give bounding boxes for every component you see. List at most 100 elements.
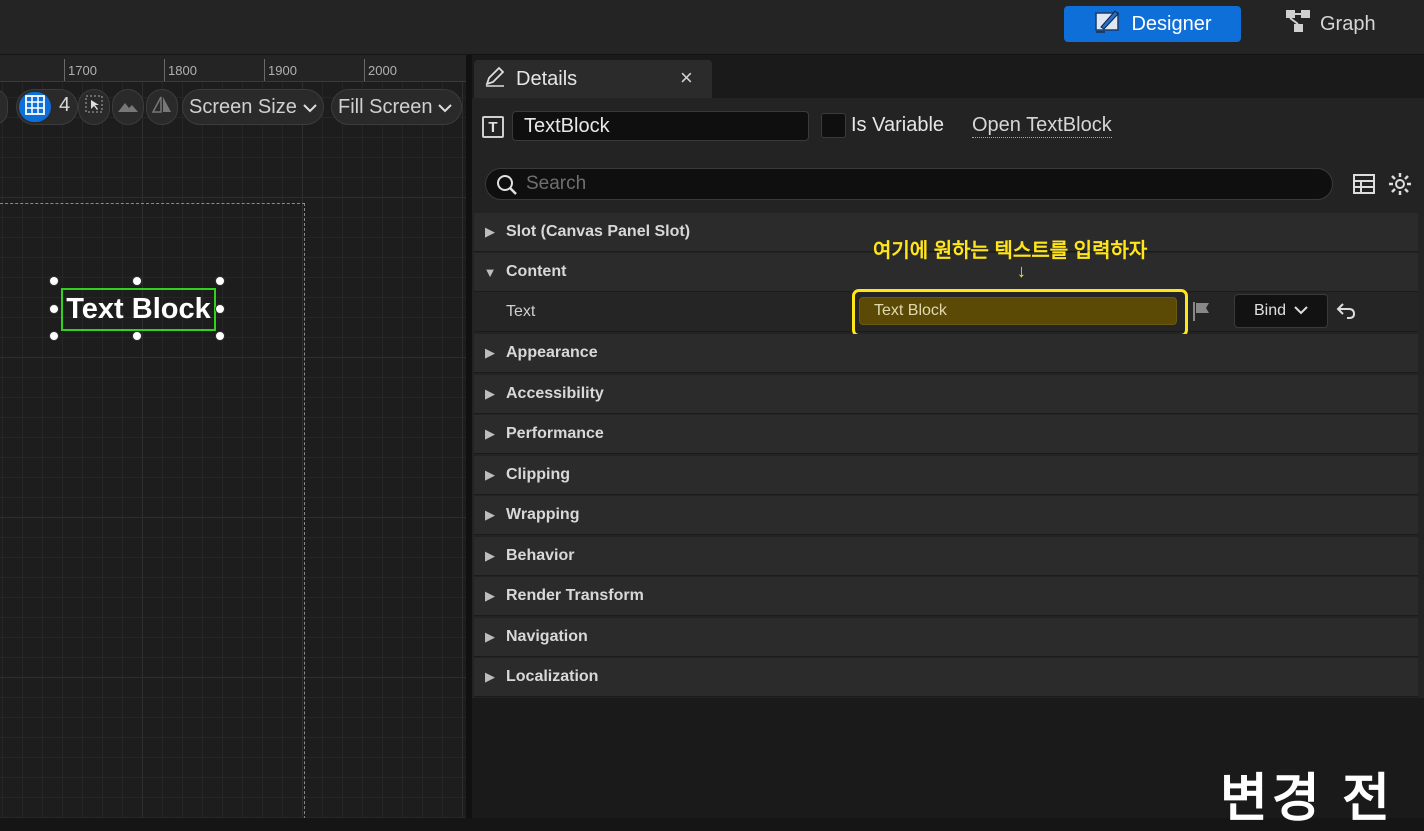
resize-handle[interactable] bbox=[215, 276, 225, 286]
annotation-text: 여기에 원하는 텍스트를 입력하자 bbox=[873, 240, 1148, 262]
widget-name-input[interactable]: TextBlock bbox=[512, 111, 809, 141]
toolbar-edge-button[interactable] bbox=[0, 89, 8, 125]
top-toolbar: Designer Graph bbox=[0, 0, 1424, 55]
expand-arrow-icon: ▶ bbox=[485, 629, 495, 644]
section-navigation[interactable]: ▶ Navigation bbox=[474, 618, 1418, 657]
expand-arrow-icon: ▶ bbox=[485, 426, 495, 441]
section-label: Clipping bbox=[506, 466, 570, 483]
open-textblock-link[interactable]: Open TextBlock bbox=[972, 114, 1112, 138]
text-block-widget[interactable]: Text Block bbox=[61, 288, 216, 331]
text-widget-type-icon: T bbox=[482, 116, 504, 138]
ruler-tick bbox=[164, 59, 165, 81]
ruler-tick-label: 1800 bbox=[168, 63, 197, 78]
tab-details-label: Details bbox=[516, 67, 578, 90]
ruler-tick bbox=[364, 59, 365, 81]
expand-arrow-icon: ▶ bbox=[485, 224, 495, 239]
text-value-input[interactable]: Text Block bbox=[859, 297, 1177, 325]
section-accessibility[interactable]: ▶ Accessibility bbox=[474, 375, 1418, 414]
gear-icon[interactable] bbox=[1388, 172, 1412, 201]
expand-arrow-icon: ▶ bbox=[485, 669, 495, 684]
section-behavior[interactable]: ▶ Behavior bbox=[474, 537, 1418, 576]
reset-arrow-icon[interactable] bbox=[1335, 301, 1357, 326]
screen-size-dropdown[interactable]: Screen Size bbox=[182, 89, 324, 125]
grid-snap-group: 4 bbox=[16, 89, 78, 125]
designer-icon bbox=[1093, 7, 1123, 41]
ruler-tick-label: 2000 bbox=[368, 63, 397, 78]
ruler-tick bbox=[64, 59, 65, 81]
grid-icon bbox=[25, 94, 45, 120]
section-label: Render Transform bbox=[506, 587, 644, 604]
background-image-button[interactable] bbox=[112, 89, 144, 125]
localization-flag-icon[interactable] bbox=[1191, 300, 1213, 327]
resize-handle[interactable] bbox=[49, 304, 59, 314]
details-body: T TextBlock Is Variable Open TextBlock S… bbox=[472, 98, 1424, 828]
is-variable-label: Is Variable bbox=[851, 114, 945, 136]
section-label: Behavior bbox=[506, 547, 575, 564]
resize-handle[interactable] bbox=[49, 276, 59, 286]
cursor-select-icon bbox=[85, 95, 103, 119]
section-label: Content bbox=[506, 263, 567, 280]
select-mode-button[interactable] bbox=[78, 89, 110, 125]
designer-canvas[interactable]: 1700 1800 1900 2000 4 Screen Size Fill S… bbox=[0, 55, 466, 818]
fill-screen-dropdown[interactable]: Fill Screen bbox=[331, 89, 462, 125]
pencil-edit-icon bbox=[484, 65, 506, 93]
graph-mode-button[interactable]: Graph bbox=[1284, 6, 1384, 42]
section-clipping[interactable]: ▶ Clipping bbox=[474, 456, 1418, 495]
text-property-label: Text bbox=[506, 303, 536, 320]
resize-handle[interactable] bbox=[132, 331, 142, 341]
close-icon[interactable]: × bbox=[680, 65, 693, 91]
graph-label: Graph bbox=[1320, 12, 1376, 35]
resize-handle[interactable] bbox=[49, 331, 59, 341]
section-performance[interactable]: ▶ Performance bbox=[474, 415, 1418, 454]
section-label: Slot (Canvas Panel Slot) bbox=[506, 223, 691, 240]
mirror-button[interactable] bbox=[146, 89, 178, 125]
details-panel: Details × T TextBlock Is Variable Open T… bbox=[472, 55, 1424, 828]
annotation-arrow-icon: ↓ bbox=[1017, 261, 1026, 281]
expand-arrow-icon: ▶ bbox=[485, 588, 495, 603]
chevron-down-icon bbox=[1294, 302, 1308, 320]
chevron-down-icon bbox=[438, 96, 453, 119]
section-render-transform[interactable]: ▶ Render Transform bbox=[474, 577, 1418, 616]
section-label: Wrapping bbox=[506, 506, 580, 523]
expand-arrow-icon: ▶ bbox=[485, 345, 495, 360]
tab-details[interactable]: Details × bbox=[474, 60, 712, 98]
details-search-input[interactable]: Search bbox=[485, 168, 1333, 200]
ruler-tick-label: 1700 bbox=[68, 63, 97, 78]
resize-handle[interactable] bbox=[132, 276, 142, 286]
grid-count[interactable]: 4 bbox=[59, 94, 70, 117]
chevron-down-icon bbox=[303, 96, 317, 119]
expand-arrow-icon: ▶ bbox=[485, 467, 495, 482]
fill-screen-label: Fill Screen bbox=[338, 95, 433, 118]
section-label: Appearance bbox=[506, 344, 598, 361]
search-icon bbox=[495, 173, 519, 203]
designer-mode-button[interactable]: Designer bbox=[1064, 6, 1241, 42]
section-appearance[interactable]: ▶ Appearance bbox=[474, 334, 1418, 373]
expand-arrow-icon: ▶ bbox=[485, 548, 495, 563]
table-view-icon[interactable] bbox=[1352, 172, 1376, 201]
section-label: Navigation bbox=[506, 628, 588, 645]
graph-icon bbox=[1284, 8, 1312, 40]
is-variable-checkbox[interactable] bbox=[821, 113, 846, 138]
screen-size-label: Screen Size bbox=[189, 95, 297, 118]
canvas-toolbar: 4 Screen Size Fill Screen bbox=[0, 85, 466, 129]
section-label: Accessibility bbox=[506, 385, 604, 402]
mirror-icon bbox=[151, 95, 173, 119]
bind-label: Bind bbox=[1253, 302, 1287, 319]
resize-handle[interactable] bbox=[215, 304, 225, 314]
expand-arrow-icon: ▶ bbox=[485, 386, 495, 401]
bind-dropdown[interactable]: Bind bbox=[1234, 294, 1328, 328]
ruler-tick bbox=[264, 59, 265, 81]
text-block-widget-text: Text Block bbox=[66, 293, 211, 325]
section-label: Localization bbox=[506, 668, 599, 685]
ruler-tick-label: 1900 bbox=[268, 63, 297, 78]
section-wrapping[interactable]: ▶ Wrapping bbox=[474, 496, 1418, 535]
expand-arrow-icon: ▶ bbox=[485, 507, 495, 522]
collapse-arrow-icon: ▼ bbox=[483, 264, 497, 280]
section-localization[interactable]: ▶ Localization bbox=[474, 658, 1418, 697]
before-change-label: 변경 전 bbox=[1220, 770, 1394, 828]
text-property-row: Text Text Block Bind bbox=[474, 289, 1418, 337]
horizontal-ruler: 1700 1800 1900 2000 bbox=[0, 55, 466, 82]
resize-handle[interactable] bbox=[215, 331, 225, 341]
search-placeholder: Search bbox=[526, 173, 587, 194]
grid-snap-toggle[interactable] bbox=[19, 92, 51, 122]
